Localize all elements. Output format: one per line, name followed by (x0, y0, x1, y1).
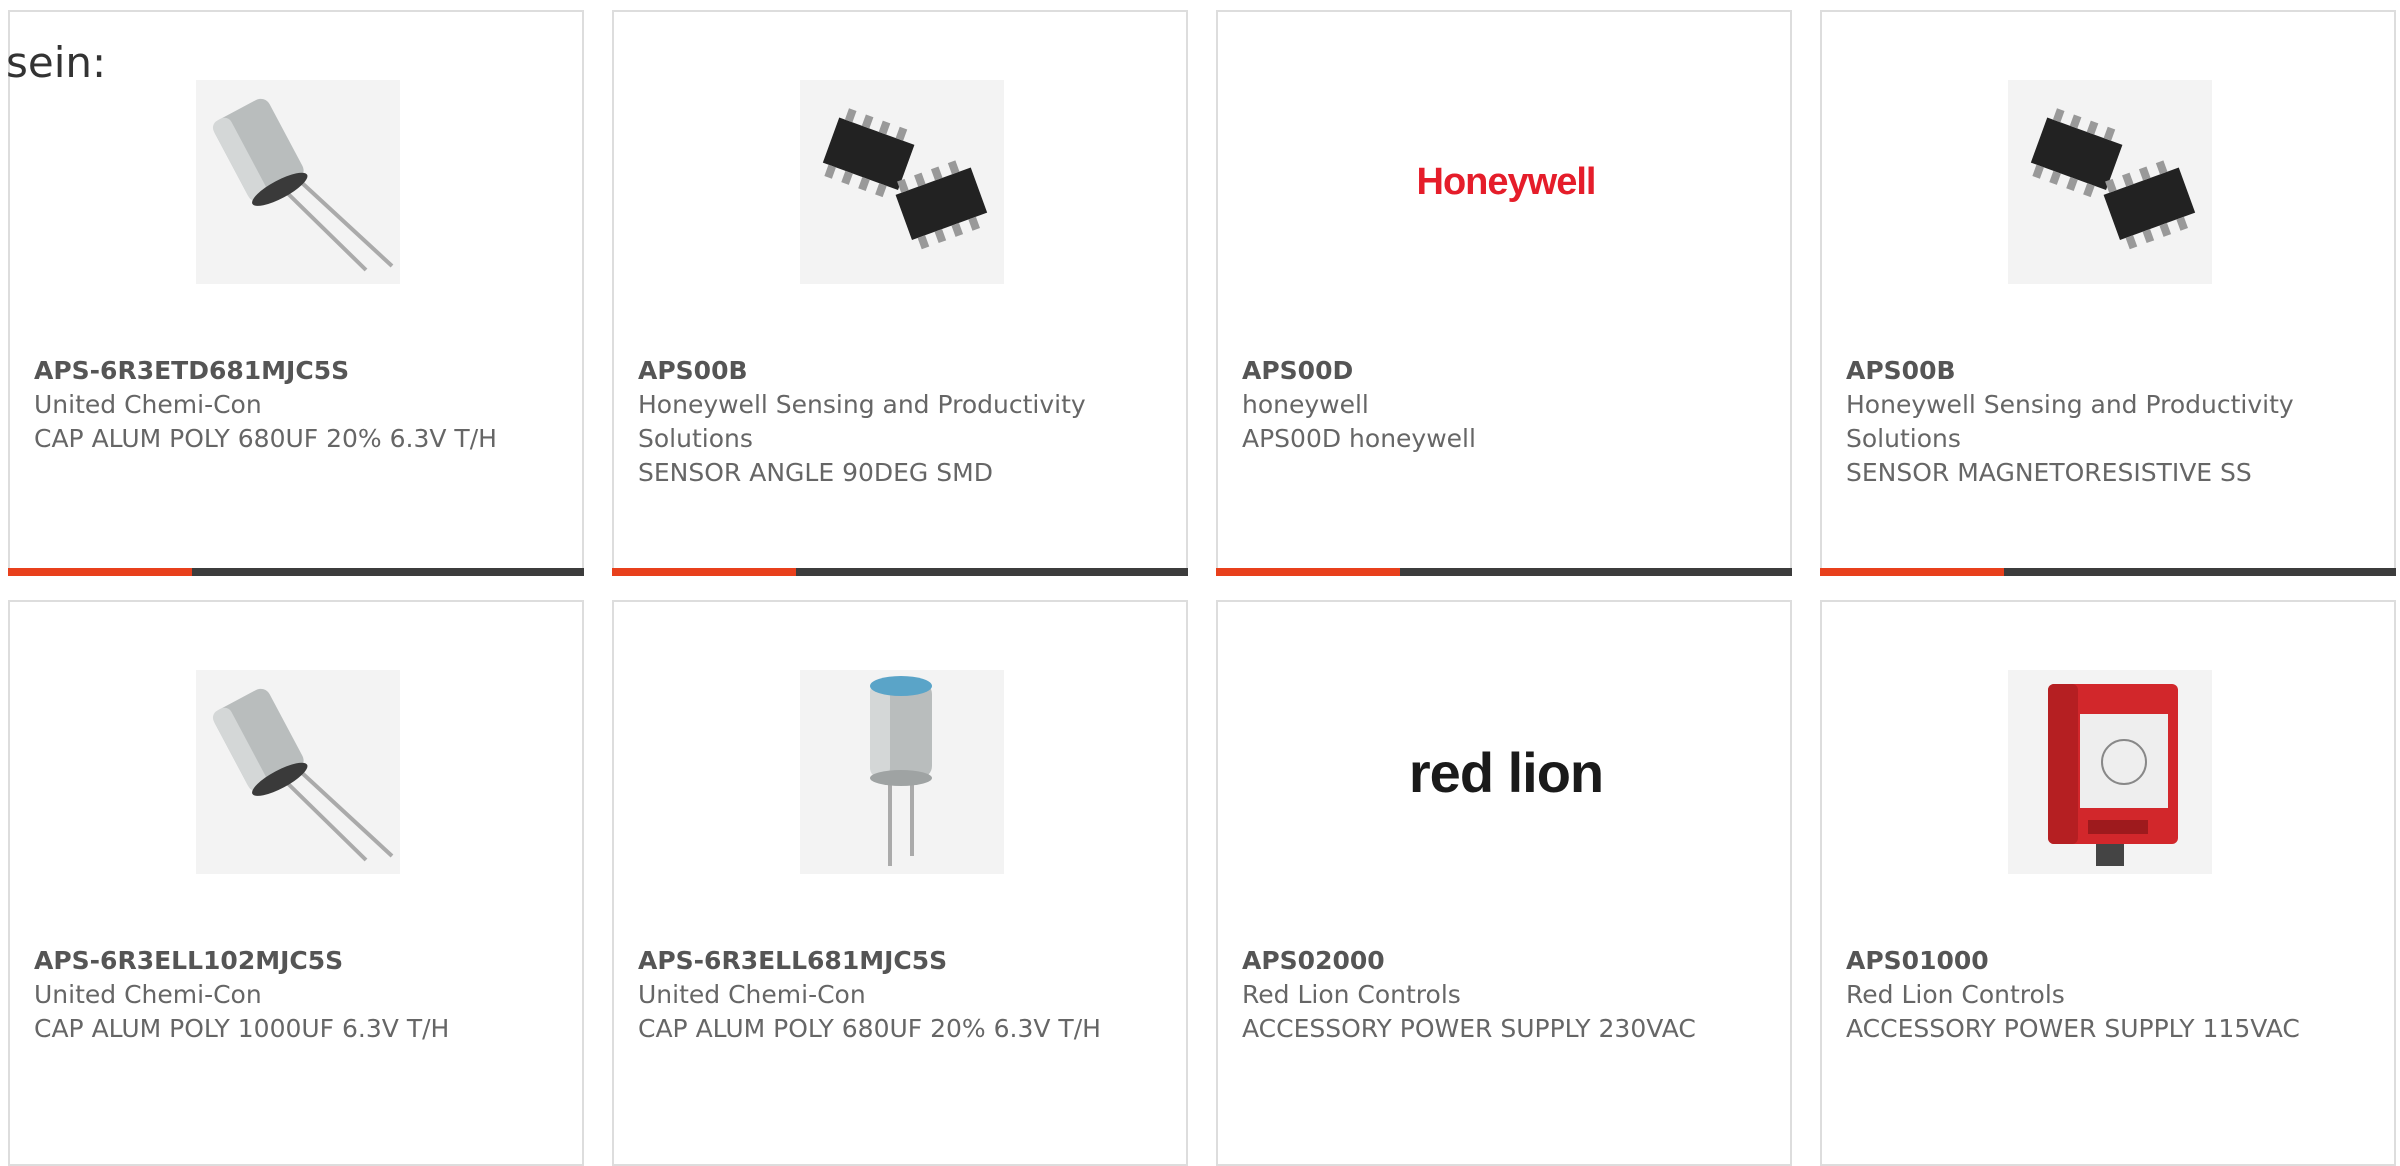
product-info: APS00D honeywell APS00D honeywell (1242, 354, 1712, 456)
description: CAP ALUM POLY 680UF 20% 6.3V T/H (638, 1014, 1101, 1043)
product-card[interactable]: APS00B Honeywell Sensing and Productivit… (1820, 10, 2396, 576)
capacitor-image (196, 80, 400, 284)
card-accent-bar (612, 568, 796, 576)
product-info: APS-6R3ETD681MJC5S United Chemi-Con CAP … (34, 354, 504, 456)
product-info: APS-6R3ELL681MJC5S United Chemi-Con CAP … (638, 944, 1108, 1046)
description: SENSOR MAGNETORESISTIVE SS (1846, 458, 2252, 487)
chip-image (800, 80, 1004, 284)
section-heading: sein: (6, 38, 107, 87)
product-info: APS00B Honeywell Sensing and Productivit… (1846, 354, 2316, 490)
manufacturer: honeywell (1242, 390, 1369, 419)
card-accent-bar (1820, 568, 2004, 576)
manufacturer: Red Lion Controls (1846, 980, 2065, 1009)
description: CAP ALUM POLY 1000UF 6.3V T/H (34, 1014, 450, 1043)
product-card[interactable]: APS-6R3ELL681MJC5S United Chemi-Con CAP … (612, 600, 1188, 1166)
relay-module-image (2008, 670, 2212, 874)
manufacturer: Red Lion Controls (1242, 980, 1461, 1009)
capacitor-image (196, 670, 400, 874)
description: APS00D honeywell (1242, 424, 1476, 453)
card-accent-bar (8, 568, 192, 576)
product-card[interactable]: APS-6R3ELL102MJC5S United Chemi-Con CAP … (8, 600, 584, 1166)
product-card[interactable]: APS01000 Red Lion Controls ACCESSORY POW… (1820, 600, 2396, 1166)
honeywell-logo: Honeywell (1404, 80, 1608, 284)
manufacturer: Honeywell Sensing and Productivity Solut… (638, 390, 1086, 453)
product-info: APS01000 Red Lion Controls ACCESSORY POW… (1846, 944, 2316, 1046)
part-number[interactable]: APS00B (1846, 354, 2316, 388)
manufacturer: United Chemi-Con (34, 980, 262, 1009)
product-info: APS02000 Red Lion Controls ACCESSORY POW… (1242, 944, 1712, 1046)
product-info: APS00B Honeywell Sensing and Productivit… (638, 354, 1108, 490)
part-number[interactable]: APS-6R3ELL102MJC5S (34, 944, 504, 978)
description: ACCESSORY POWER SUPPLY 115VAC (1846, 1014, 2300, 1043)
part-number[interactable]: APS-6R3ETD681MJC5S (34, 354, 504, 388)
description: CAP ALUM POLY 680UF 20% 6.3V T/H (34, 424, 497, 453)
chip-image (2008, 80, 2212, 284)
card-bottom-bar (612, 568, 1188, 576)
product-card[interactable]: APS00B Honeywell Sensing and Productivit… (612, 10, 1188, 576)
card-bottom-bar (1820, 568, 2396, 576)
description: SENSOR ANGLE 90DEG SMD (638, 458, 993, 487)
manufacturer: United Chemi-Con (638, 980, 866, 1009)
product-info: APS-6R3ELL102MJC5S United Chemi-Con CAP … (34, 944, 504, 1046)
part-number[interactable]: APS00B (638, 354, 1108, 388)
card-bottom-bar (1216, 568, 1792, 576)
card-accent-bar (1216, 568, 1400, 576)
part-number[interactable]: APS01000 (1846, 944, 2316, 978)
product-card[interactable]: Honeywell APS00D honeywell APS00D honeyw… (1216, 10, 1792, 576)
part-number[interactable]: APS00D (1242, 354, 1712, 388)
part-number[interactable]: APS02000 (1242, 944, 1712, 978)
product-card[interactable]: APS-6R3ETD681MJC5S United Chemi-Con CAP … (8, 10, 584, 576)
capacitor-image (800, 670, 1004, 874)
red-lion-logo: red lion (1404, 670, 1608, 874)
card-bottom-bar (8, 568, 584, 576)
description: ACCESSORY POWER SUPPLY 230VAC (1242, 1014, 1696, 1043)
part-number[interactable]: APS-6R3ELL681MJC5S (638, 944, 1108, 978)
product-card[interactable]: red lion APS02000 Red Lion Controls ACCE… (1216, 600, 1792, 1166)
manufacturer: United Chemi-Con (34, 390, 262, 419)
manufacturer: Honeywell Sensing and Productivity Solut… (1846, 390, 2294, 453)
